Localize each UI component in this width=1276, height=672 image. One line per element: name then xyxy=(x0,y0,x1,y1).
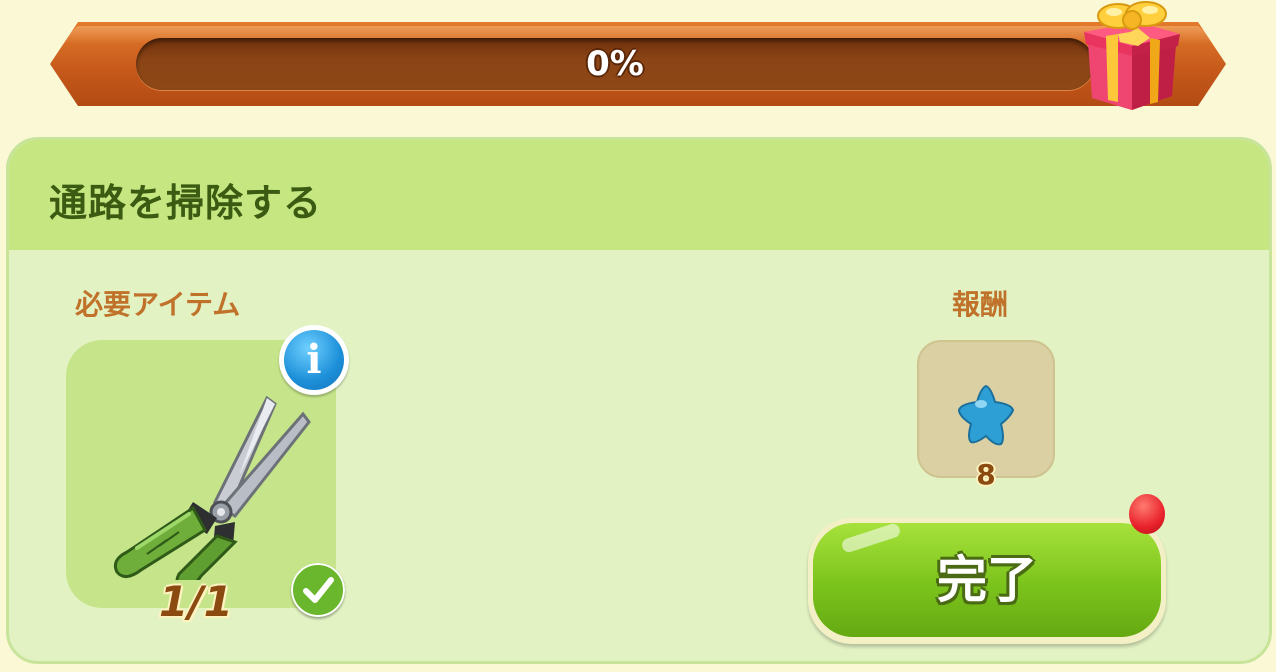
required-item-count: 1/1 xyxy=(159,577,233,626)
task-header: 通路を掃除する xyxy=(9,140,1269,250)
reward-label: 報酬 xyxy=(952,288,1009,321)
quest-screen: 0% 通路を掃除する 必要アイテム 報酬 i 1/1 8 完了 xyxy=(0,0,1276,672)
info-icon[interactable]: i xyxy=(279,325,349,395)
progress-percent-label: 0% xyxy=(586,44,644,84)
notification-dot xyxy=(1129,494,1165,534)
task-card: 通路を掃除する 必要アイテム 報酬 i 1/1 8 完了 xyxy=(6,137,1272,664)
progress-bar: 0% xyxy=(136,38,1094,90)
checkmark-icon xyxy=(291,563,345,617)
complete-button-face: 完了 xyxy=(813,522,1161,637)
info-icon-glyph: i xyxy=(284,330,344,390)
required-items-label: 必要アイテム xyxy=(75,288,241,321)
blue-star-icon xyxy=(957,384,1015,446)
progress-bar-frame: 0% xyxy=(50,22,1226,106)
pruning-shears-icon xyxy=(113,395,311,580)
task-title: 通路を掃除する xyxy=(49,181,323,225)
complete-button[interactable]: 完了 xyxy=(808,518,1166,644)
reward-amount: 8 xyxy=(976,458,996,491)
gift-box-icon[interactable] xyxy=(1080,0,1184,114)
complete-button-label: 完了 xyxy=(937,551,1037,609)
